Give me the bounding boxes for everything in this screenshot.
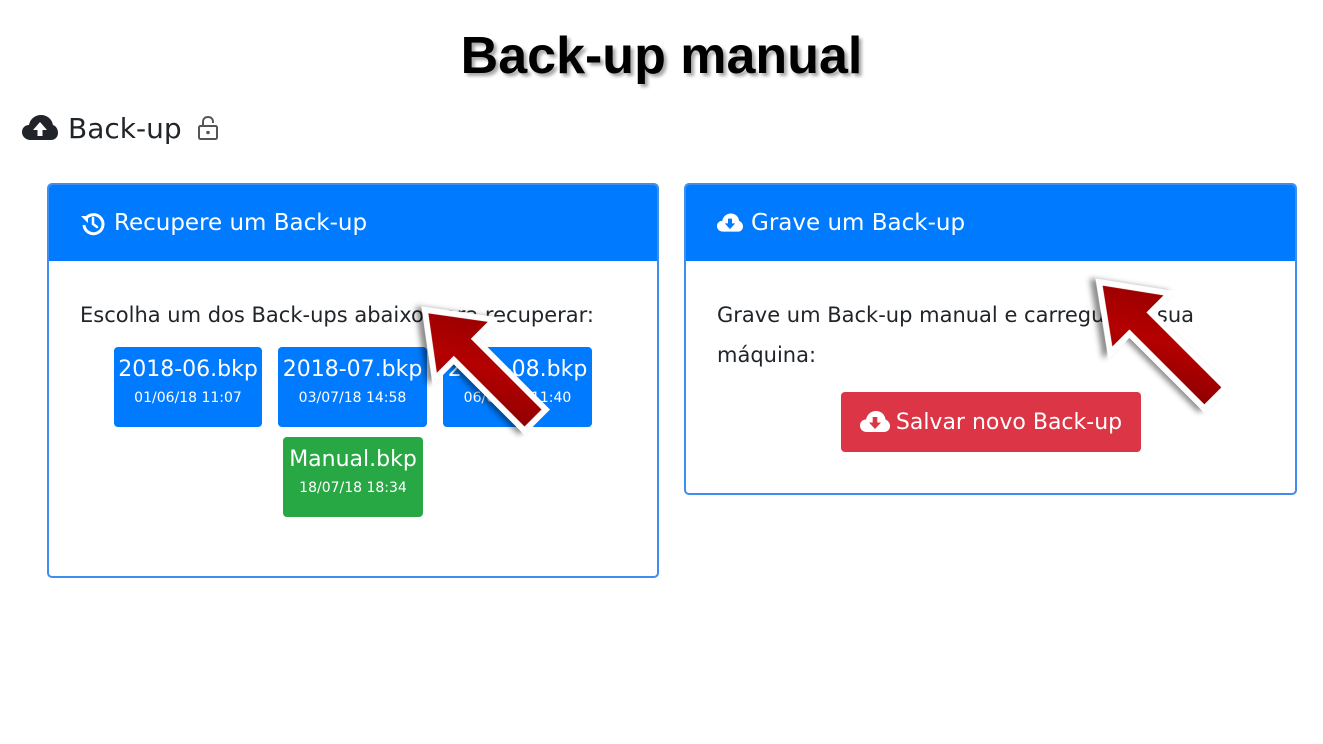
backup-name: 2018-06.bkp bbox=[118, 357, 258, 382]
cloud-upload-icon bbox=[22, 115, 58, 140]
save-card-description: Grave um Back-up manual e carregue na su… bbox=[717, 303, 1195, 367]
backup-name: 2018-07.bkp bbox=[282, 357, 423, 382]
unlock-icon[interactable] bbox=[196, 115, 220, 141]
backup-name: 2018-08.bkp bbox=[447, 357, 588, 382]
restore-backup-card: Recupere um Back-up Escolha um dos Back-… bbox=[47, 183, 659, 578]
page-heading: Back-up bbox=[22, 106, 220, 150]
backup-date: 01/06/18 11:07 bbox=[134, 390, 242, 406]
page-heading-label: Back-up bbox=[68, 111, 182, 145]
slide-title: Back-up manual bbox=[460, 27, 863, 85]
backup-date: 03/07/18 14:58 bbox=[298, 390, 407, 406]
backup-item-2018-08[interactable]: 2018-08.bkp 06/08/18 11:40 bbox=[443, 347, 592, 427]
cloud-download-icon bbox=[859, 411, 890, 432]
save-button-label: Salvar novo Back-up bbox=[895, 409, 1123, 435]
restore-card-description: Escolha um dos Back-ups abaixo para recu… bbox=[80, 303, 594, 327]
backup-date: 06/08/18 11:40 bbox=[463, 390, 572, 406]
save-card-header: Grave um Back-up bbox=[686, 185, 1295, 261]
backup-item-manual[interactable]: Manual.bkp 18/07/18 18:34 bbox=[283, 437, 423, 517]
restore-card-header: Recupere um Back-up bbox=[49, 185, 657, 261]
backup-item-2018-07[interactable]: 2018-07.bkp 03/07/18 14:58 bbox=[278, 347, 427, 427]
cloud-download-icon bbox=[717, 213, 743, 232]
save-backup-card: Grave um Back-up Grave um Back-up manual… bbox=[684, 183, 1297, 495]
save-card-title: Grave um Back-up bbox=[751, 210, 966, 236]
backup-item-2018-06[interactable]: 2018-06.bkp 01/06/18 11:07 bbox=[114, 347, 262, 427]
backup-name: Manual.bkp bbox=[289, 447, 417, 472]
history-icon bbox=[81, 213, 105, 236]
restore-card-title: Recupere um Back-up bbox=[114, 210, 368, 236]
backup-date: 18/07/18 18:34 bbox=[299, 480, 407, 496]
save-new-backup-button[interactable]: Salvar novo Back-up bbox=[841, 392, 1141, 452]
